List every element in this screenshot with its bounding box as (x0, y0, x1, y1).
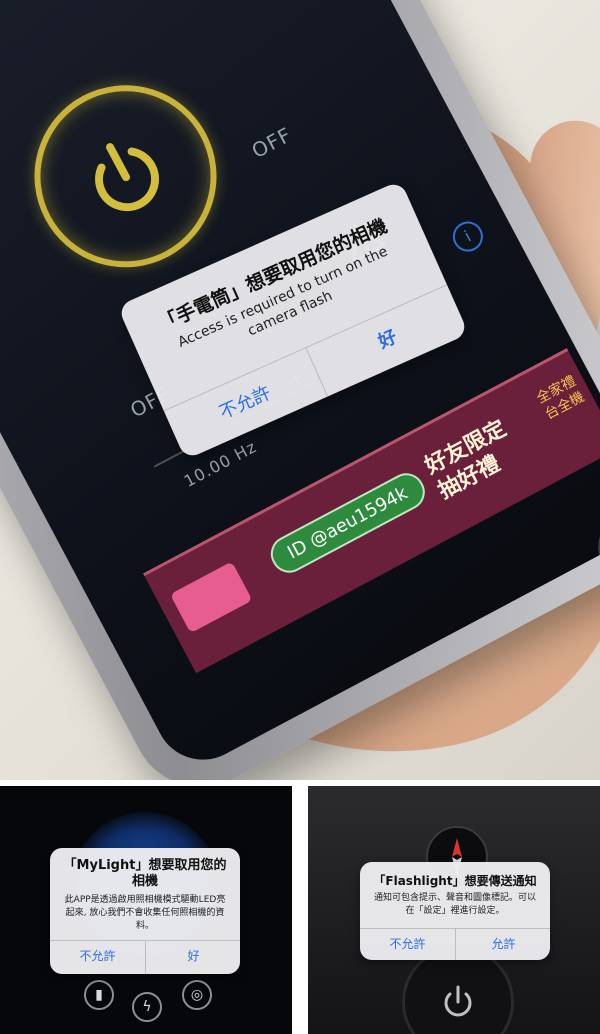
allow-button[interactable]: 允許 (456, 928, 550, 960)
flashlight-icon[interactable]: ▮ (84, 980, 114, 1010)
lightning-icon[interactable]: ϟ (132, 992, 162, 1022)
alert-title: 「MyLight」想要取用您的相機 (63, 858, 227, 889)
line-id-tag: ID @aeu1594k (264, 467, 431, 579)
banner-logo (169, 561, 253, 634)
banner-side-text: 全家禮 台全機 (534, 373, 588, 423)
flashlight-notification-alert: 「Flashlight」想要傳送通知 通知可包含提示、聲音和圖像標記。可以在「設… (360, 862, 550, 960)
power-icon (11, 61, 241, 291)
toggle-off-label: OFF (247, 122, 296, 164)
deny-button[interactable]: 不允許 (360, 928, 455, 960)
power-icon (444, 985, 472, 1017)
allow-button[interactable]: 好 (146, 940, 240, 974)
info-icon[interactable]: i (447, 216, 489, 257)
alert-message: 此APP是透過啟用照相機模式驅動LED亮起來, 放心我們不會收集任何照相機的資料… (64, 895, 226, 931)
alert-title: 「Flashlight」想要傳送通知 (373, 874, 537, 888)
deny-button[interactable]: 不允許 (50, 940, 145, 974)
mylight-camera-alert: 「MyLight」想要取用您的相機 此APP是透過啟用照相機模式驅動LED亮起來… (50, 848, 240, 974)
photo-panel: OFF OFF 10.00 Hz + i ID @aeu1594k 好友限定 抽… (0, 0, 600, 780)
lifebuoy-icon[interactable]: ◎ (182, 980, 212, 1010)
alert-message: 通知可包含提示、聲音和圖像標記。可以在「設定」裡進行設定。 (373, 893, 536, 916)
power-button[interactable] (2, 53, 249, 300)
banner-promo-text: 好友限定 抽好禮 (421, 416, 511, 505)
